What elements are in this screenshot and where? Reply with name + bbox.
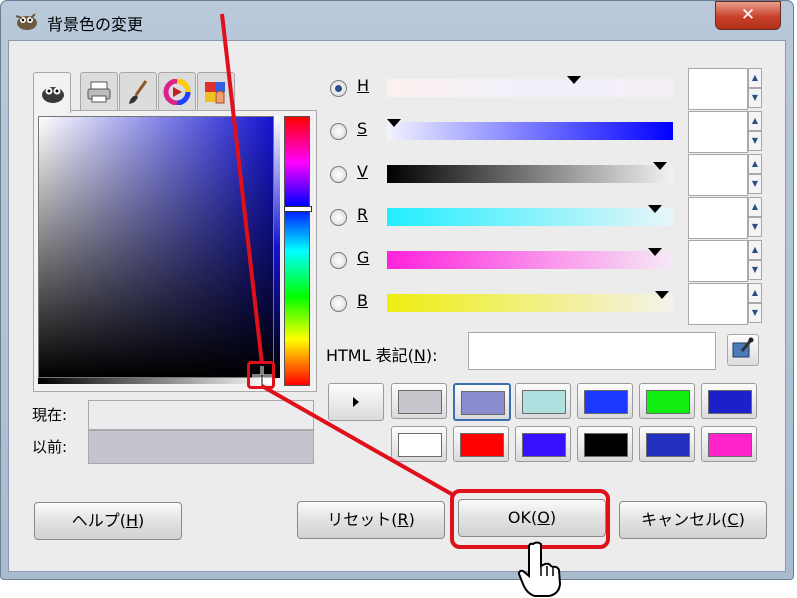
annotation-arrows — [220, 13, 456, 498]
tab-gimp-selector[interactable] — [33, 72, 71, 113]
hand-pointer-icon — [517, 541, 562, 597]
crosshair-highlight-box — [247, 361, 275, 389]
wilber-icon — [42, 87, 64, 103]
